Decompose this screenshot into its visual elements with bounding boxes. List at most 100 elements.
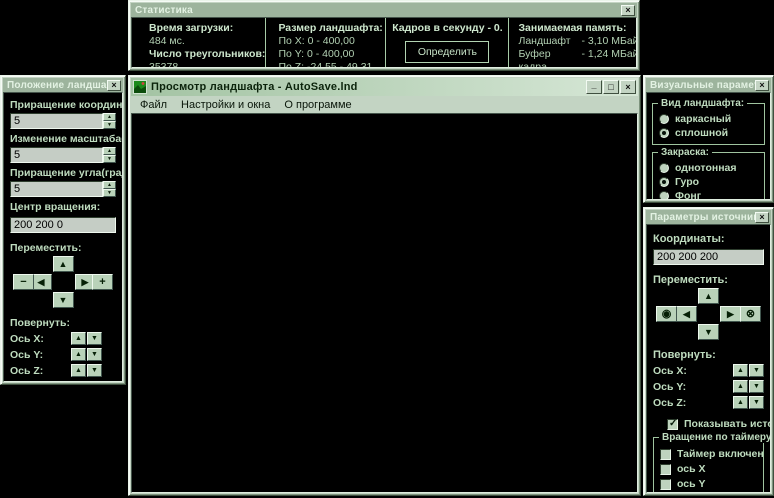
light-rotate-x-up-button[interactable]: ▲ [733, 364, 748, 377]
checkbox-icon [660, 448, 671, 460]
up-arrow-icon: ▲ [58, 258, 68, 269]
spin-down-button[interactable]: ▼ [103, 155, 116, 163]
statistics-titlebar[interactable]: Статистика × [131, 3, 637, 17]
radio-solid[interactable]: сплошной [659, 127, 760, 139]
light-left-button[interactable]: ◀ [676, 306, 697, 322]
radio-phong[interactable]: Фонг [659, 190, 760, 200]
maximize-button[interactable]: □ [603, 80, 619, 94]
down-arrow-icon: ▼ [753, 367, 760, 374]
angle-step-input[interactable] [10, 181, 103, 197]
rotation-center-input[interactable] [10, 217, 116, 233]
radio-icon [659, 191, 669, 199]
viewer-titlebar[interactable]: Просмотр ландшафта - AutoSave.lnd _ □ × [131, 78, 638, 96]
landscape-viewport[interactable] [131, 113, 638, 493]
light-up-button[interactable]: ▲ [698, 288, 719, 304]
light-right-button[interactable]: ▶ [720, 306, 741, 322]
light-close-button[interactable]: × [755, 211, 769, 223]
light-rotate-x-row: Ось X: ▲ ▼ [653, 363, 764, 378]
menu-about[interactable]: О программе [277, 98, 358, 112]
rotate-y-down-button[interactable]: ▼ [87, 348, 102, 361]
menu-settings-windows[interactable]: Настройки и окна [174, 98, 277, 112]
timer-axis-y-label: ось Y [677, 478, 706, 490]
close-icon: × [759, 211, 765, 222]
minus-icon: − [20, 275, 27, 288]
close-button[interactable]: × [620, 80, 636, 94]
light-rotate-x-down-button[interactable]: ▼ [749, 364, 764, 377]
coord-step-spinner: ▲ ▼ [103, 113, 116, 129]
timer-axis-x-checkbox-row[interactable]: ось X [660, 463, 759, 475]
light-toward-button[interactable]: ◉ [656, 306, 677, 322]
radio-icon [659, 163, 669, 173]
size-x: По X: 0 - 400,00 [278, 35, 355, 47]
light-move-pad: ▲ ◉ ◀ ▶ ⊗ ▼ [653, 288, 764, 341]
zoom-out-button[interactable]: − [13, 274, 34, 290]
position-close-button[interactable]: × [107, 79, 121, 91]
timer-rotation-group: Вращение по таймеру: Таймер включен ось … [653, 432, 770, 492]
light-rotate-z-up-button[interactable]: ▲ [733, 396, 748, 409]
rotation-center-label: Центр вращения: [10, 201, 101, 213]
statistics-body: Время загрузки: 484 мс. Число треугольни… [131, 17, 637, 68]
visual-titlebar[interactable]: Визуальные параметры × [646, 78, 771, 92]
statistics-close-button[interactable]: × [621, 4, 635, 16]
light-away-button[interactable]: ⊗ [740, 306, 761, 322]
rotate-x-up-button[interactable]: ▲ [71, 332, 86, 345]
minimize-button[interactable]: _ [586, 80, 602, 94]
rotate-z-row: Ось Z: ▲ ▼ [10, 363, 116, 378]
zoom-in-button[interactable]: + [92, 274, 113, 290]
spin-down-button[interactable]: ▼ [103, 189, 116, 197]
plus-icon: + [99, 275, 106, 288]
rotate-y-up-button[interactable]: ▲ [71, 348, 86, 361]
position-titlebar[interactable]: Положение ландшафта × [3, 78, 123, 92]
load-time-value: 484 мс. [149, 35, 185, 47]
spin-up-button[interactable]: ▲ [103, 147, 116, 155]
visual-close-button[interactable]: × [755, 79, 769, 91]
rotate-z-up-button[interactable]: ▲ [71, 364, 86, 377]
shading-group: Закраска: однотонная Гуро Фонг [652, 147, 765, 200]
radio-phong-label: Фонг [675, 190, 702, 200]
move-up-button[interactable]: ▲ [52, 256, 74, 272]
size-z: По Z: -24,55 - 49,31 [278, 61, 373, 68]
down-arrow-icon: ▼ [753, 399, 760, 406]
rotate-x-down-button[interactable]: ▼ [87, 332, 102, 345]
triangles-label: Число треугольников: [149, 48, 266, 60]
radio-solid-label: сплошной [675, 127, 729, 139]
light-down-button[interactable]: ▼ [698, 324, 719, 340]
light-body: Координаты: Переместить: ▲ ◉ ◀ ▶ ⊗ ▼ Пов [646, 224, 771, 493]
left-arrow-icon: ◀ [683, 308, 690, 319]
load-time-label: Время загрузки: [149, 22, 234, 34]
position-title: Положение ландшафта [7, 79, 107, 91]
radio-icon [659, 128, 669, 138]
light-rotate-y-up-button[interactable]: ▲ [733, 380, 748, 393]
circle-dot-icon: ◉ [661, 307, 672, 320]
coord-step-input[interactable] [10, 113, 103, 129]
viewer-title: Просмотр ландшафта - AutoSave.lnd [151, 81, 358, 93]
stats-col-memory: Занимаемая память: Ландшафт - 3,10 МБайт… [508, 18, 636, 67]
show-source-checkbox-row[interactable]: Показывать источник [667, 418, 770, 430]
rotate-z-down-button[interactable]: ▼ [87, 364, 102, 377]
move-down-button[interactable]: ▼ [52, 292, 74, 308]
timer-enabled-checkbox-row[interactable]: Таймер включен [660, 448, 764, 460]
radio-gouraud[interactable]: Гуро [659, 176, 760, 188]
timer-axis-y-checkbox-row[interactable]: ось Y [660, 478, 759, 490]
up-arrow-icon: ▲ [75, 367, 82, 374]
light-rotate-y-down-button[interactable]: ▼ [749, 380, 764, 393]
right-arrow-icon: ▶ [727, 308, 734, 319]
spin-up-button[interactable]: ▲ [103, 113, 116, 121]
scale-step-input[interactable] [10, 147, 103, 163]
radio-flat[interactable]: однотонная [659, 162, 760, 174]
measure-fps-button[interactable]: Определить [405, 41, 490, 63]
light-coords-input[interactable] [653, 249, 764, 265]
radio-flat-label: однотонная [675, 162, 737, 174]
radio-wireframe[interactable]: каркасный [659, 113, 760, 125]
down-arrow-icon: ▼ [91, 351, 98, 358]
light-titlebar[interactable]: Параметры источника света × [646, 210, 771, 224]
right-arrow-icon: ▶ [81, 276, 89, 287]
scale-step-field: ▲ ▼ [10, 147, 116, 163]
menu-file[interactable]: Файл [133, 98, 174, 112]
spin-up-button[interactable]: ▲ [103, 181, 116, 189]
spin-down-button[interactable]: ▼ [103, 121, 116, 129]
pad-gap [53, 274, 74, 291]
light-source-panel: Параметры источника света × Координаты: … [643, 207, 774, 496]
light-rotate-z-down-button[interactable]: ▼ [749, 396, 764, 409]
stats-col-load: Время загрузки: 484 мс. Число треугольни… [132, 18, 265, 67]
